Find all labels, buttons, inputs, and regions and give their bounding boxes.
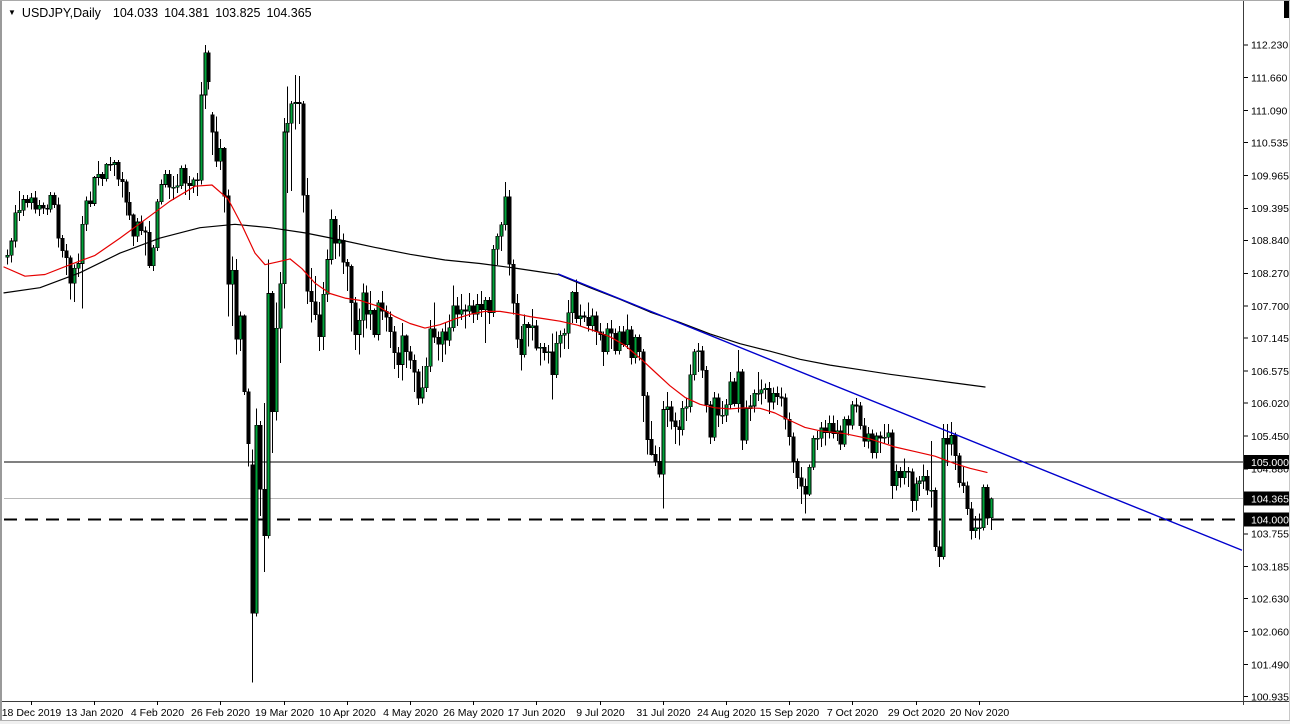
ohlc-high: 104.381 xyxy=(164,6,209,20)
window-bottom-border xyxy=(0,720,1290,724)
chart-title: ▼ USDJPY,Daily 104.033 104.381 103.825 1… xyxy=(8,5,318,21)
chart-window: 112.230111.660111.090110.535109.965109.3… xyxy=(0,0,1290,724)
ohlc-close: 104.365 xyxy=(266,6,311,20)
symbol-dropdown-icon[interactable]: ▼ xyxy=(8,9,16,17)
price-axis[interactable] xyxy=(1243,1,1290,701)
price-chart: 112.230111.660111.090110.535109.965109.3… xyxy=(0,1,1290,724)
symbol-timeframe-label: USDJPY,Daily xyxy=(22,6,101,20)
chart-plot-surface[interactable] xyxy=(4,1,1243,701)
time-axis[interactable] xyxy=(0,701,1290,720)
window-left-border xyxy=(0,1,2,724)
ohlc-low: 103.825 xyxy=(215,6,260,20)
ohlc-open: 104.033 xyxy=(113,6,158,20)
